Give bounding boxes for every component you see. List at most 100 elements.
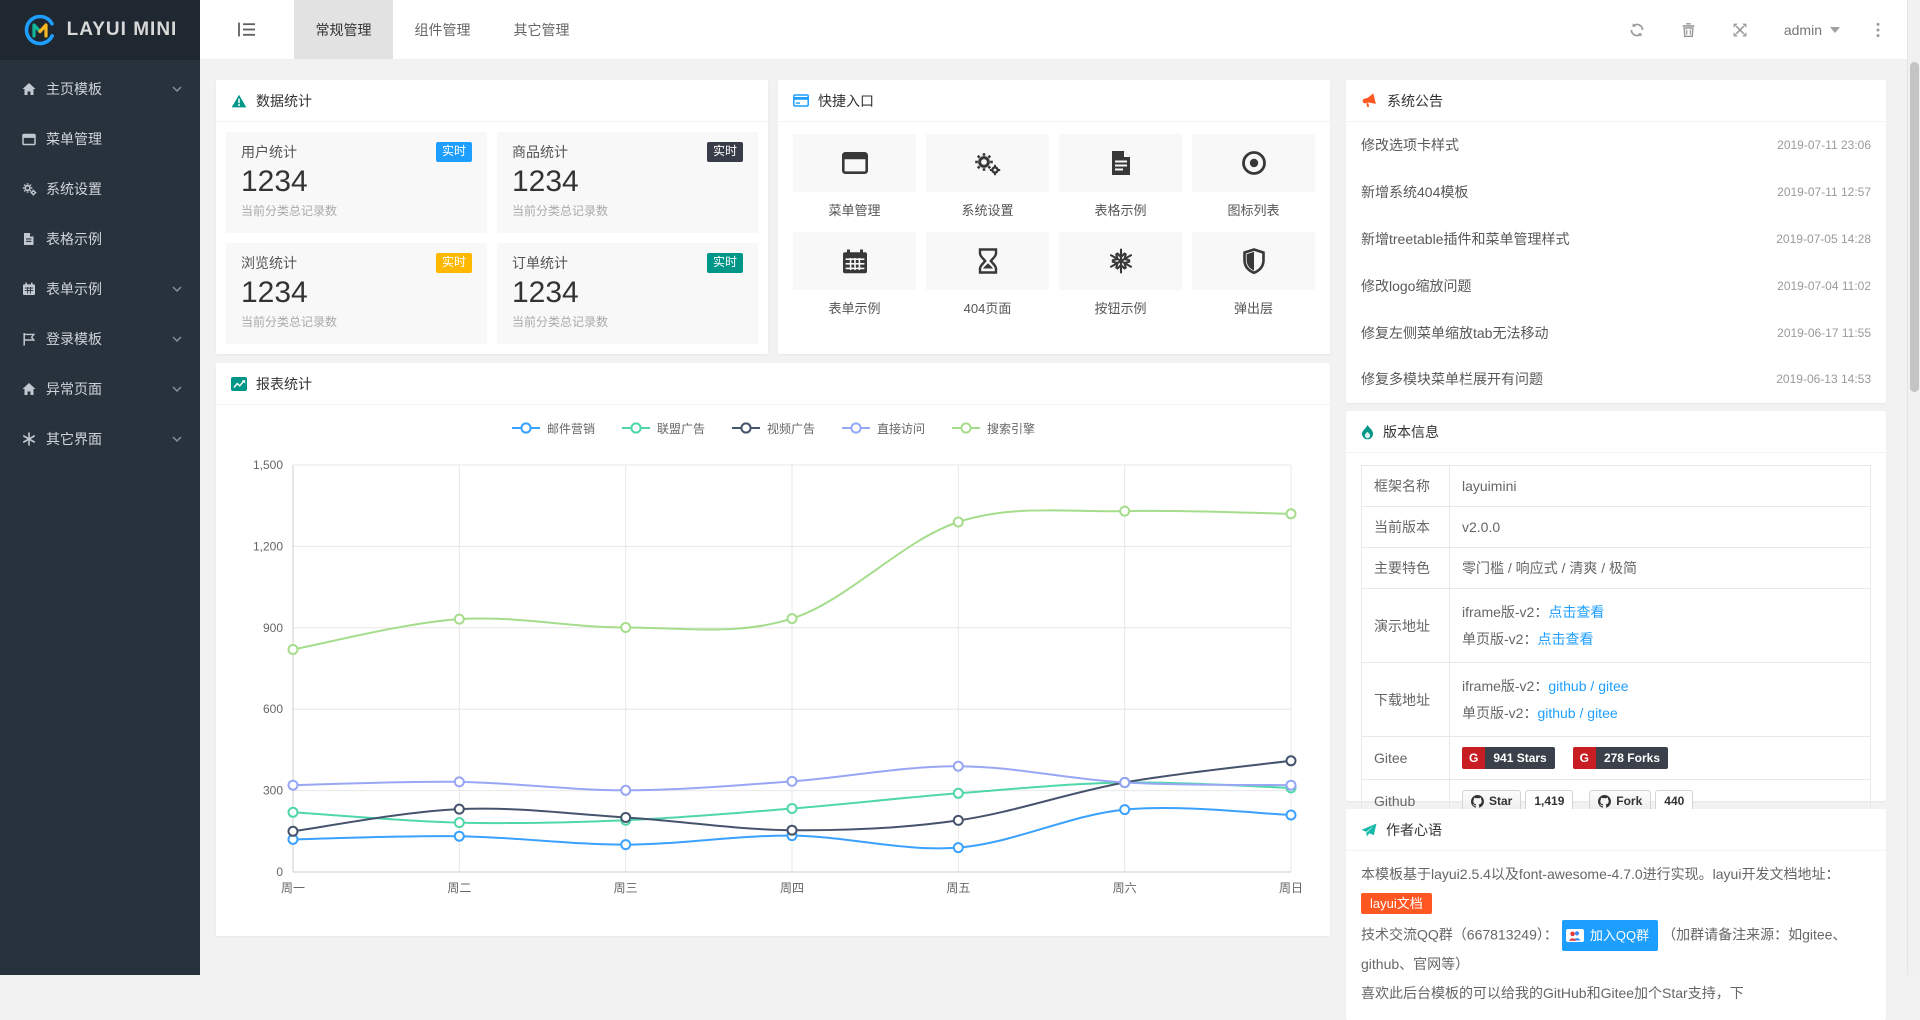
stat-card-views[interactable]: 浏览统计实时 1234 当前分类总记录数 xyxy=(226,243,487,344)
logo[interactable]: LAYUI MINI xyxy=(0,0,200,60)
sidebar-toggle-button[interactable] xyxy=(200,0,294,59)
shield-icon xyxy=(1242,248,1266,274)
dot-circle-icon xyxy=(1241,150,1267,176)
sidebar-item-home-template[interactable]: 主页模板 xyxy=(0,64,200,114)
gitee-forks-badge[interactable]: G278 Forks xyxy=(1573,747,1668,769)
demo-iframe-link[interactable]: 点击查看 xyxy=(1548,604,1604,620)
announcement-item[interactable]: 修改选项卡样式2019-07-11 23:06 xyxy=(1361,122,1871,169)
layui-doc-badge[interactable]: layui文档 xyxy=(1361,893,1432,914)
sidebar-item-login-template[interactable]: 登录模板 xyxy=(0,314,200,364)
stat-card-orders[interactable]: 订单统计实时 1234 当前分类总记录数 xyxy=(497,243,758,344)
announcement-item[interactable]: 新增treetable插件和菜单管理样式2019-07-05 14:28 xyxy=(1361,216,1871,263)
quick-item-popup-layer[interactable]: 弹出层 xyxy=(1192,232,1315,317)
sidebar-item-table-example[interactable]: 表格示例 xyxy=(0,214,200,264)
tab-general-management[interactable]: 常规管理 xyxy=(294,0,393,59)
fire-icon xyxy=(1361,424,1374,440)
status-badge: 实时 xyxy=(436,142,472,162)
calendar-icon xyxy=(842,249,868,274)
more-options-icon[interactable] xyxy=(1876,22,1880,38)
panel-title: 版本信息 xyxy=(1383,422,1439,442)
sidebar-item-menu-management[interactable]: 菜单管理 xyxy=(0,114,200,164)
panel-data-statistics: 数据统计 用户统计实时 1234 当前分类总记录数 商品统计实时 1234 当前… xyxy=(216,80,768,354)
join-qq-group-button[interactable]: 加入QQ群 xyxy=(1562,920,1658,951)
announcement-item[interactable]: 修复多模块菜单栏展开有问题2019-06-13 14:53 xyxy=(1361,356,1871,403)
legend-item[interactable]: 邮件营销 xyxy=(511,420,595,437)
warning-triangle-icon xyxy=(231,94,247,108)
quick-item-button-example[interactable]: 按钮示例 xyxy=(1059,232,1182,317)
legend-item[interactable]: 搜索引擎 xyxy=(951,420,1035,437)
sidebar: LAYUI MINI 主页模板 菜单管理 系统设置 表格示例 表单示例 登录模板 xyxy=(0,0,200,975)
demo-spa-link[interactable]: 点击查看 xyxy=(1537,631,1593,647)
svg-text:1,200: 1,200 xyxy=(253,539,283,553)
download-gitee-link[interactable]: gitee xyxy=(1587,705,1617,721)
download-github-link[interactable]: github xyxy=(1548,678,1586,694)
refresh-icon[interactable] xyxy=(1629,22,1645,38)
svg-text:周五: 周五 xyxy=(946,881,970,895)
gitee-logo-icon: G xyxy=(1462,747,1485,769)
stat-value: 1234 xyxy=(512,163,743,201)
github-logo-icon xyxy=(1598,795,1611,808)
quick-item-icon-list[interactable]: 图标列表 xyxy=(1192,134,1315,219)
tab-component-management[interactable]: 组件管理 xyxy=(393,0,492,59)
panel-title: 报表统计 xyxy=(256,374,312,394)
announcement-item[interactable]: 修复左侧菜单缩放tab无法移动2019-06-17 11:55 xyxy=(1361,309,1871,356)
announcement-item[interactable]: 修改logo缩放问题2019-07-04 11:02 xyxy=(1361,262,1871,309)
author-line-1: 本模板基于layui2.5.4以及font-awesome-4.7.0进行实现。… xyxy=(1361,861,1871,888)
quick-item-menu-management[interactable]: 菜单管理 xyxy=(793,134,916,219)
fullscreen-icon[interactable] xyxy=(1732,22,1748,38)
svg-text:周日: 周日 xyxy=(1279,881,1303,895)
author-line-2: 技术交流QQ群（667813249）：加入QQ群（加群请备注来源：如gitee、… xyxy=(1361,920,1871,979)
panel-system-announcements: 系统公告 修改选项卡样式2019-07-11 23:06 新增系统404模板20… xyxy=(1346,80,1886,403)
download-gitee-link[interactable]: gitee xyxy=(1598,678,1628,694)
legend-item[interactable]: 直接访问 xyxy=(841,420,925,437)
status-badge: 实时 xyxy=(707,142,743,162)
bullhorn-icon xyxy=(1361,93,1378,108)
sidebar-item-other-pages[interactable]: 其它界面 xyxy=(0,414,200,464)
chevron-down-icon xyxy=(172,385,182,393)
legend-marker-icon xyxy=(841,422,871,434)
home-icon xyxy=(22,382,46,396)
stat-card-goods[interactable]: 商品统计实时 1234 当前分类总记录数 xyxy=(497,132,758,233)
quick-item-form-example[interactable]: 表单示例 xyxy=(793,232,916,317)
hourglass-icon xyxy=(977,248,999,274)
stat-desc: 当前分类总记录数 xyxy=(241,313,472,330)
gitee-stars-badge[interactable]: G941 Stars xyxy=(1462,747,1555,769)
chart-legend: 邮件营销 联盟广告 视频广告 直接访问 搜索引擎 xyxy=(216,405,1330,451)
file-text-icon xyxy=(1110,150,1132,176)
sidebar-item-error-pages[interactable]: 异常页面 xyxy=(0,364,200,414)
table-row: 当前版本v2.0.0 xyxy=(1362,507,1871,548)
top-header: 常规管理 组件管理 其它管理 admin xyxy=(200,0,1920,60)
stat-card-users[interactable]: 用户统计实时 1234 当前分类总记录数 xyxy=(226,132,487,233)
sidebar-item-form-example[interactable]: 表单示例 xyxy=(0,264,200,314)
window-icon xyxy=(842,152,868,174)
quick-item-system-settings[interactable]: 系统设置 xyxy=(926,134,1049,219)
menu-toggle-icon xyxy=(237,21,257,38)
panel-title: 作者心语 xyxy=(1386,820,1442,840)
legend-item[interactable]: 联盟广告 xyxy=(621,420,705,437)
svg-text:600: 600 xyxy=(263,702,283,716)
user-menu[interactable]: admin xyxy=(1784,22,1840,38)
asterisk-icon xyxy=(22,432,46,446)
table-row: 下载地址 iframe版-v2：github / gitee 单页版-v2：gi… xyxy=(1362,663,1871,737)
tab-other-management[interactable]: 其它管理 xyxy=(492,0,591,59)
stat-desc: 当前分类总记录数 xyxy=(512,202,743,219)
trash-icon[interactable] xyxy=(1681,22,1696,38)
panel-title: 数据统计 xyxy=(256,91,312,111)
quick-item-table-example[interactable]: 表格示例 xyxy=(1059,134,1182,219)
page-scrollbar[interactable] xyxy=(1907,0,1920,975)
announcement-item[interactable]: 新增系统404模板2019-07-11 12:57 xyxy=(1361,169,1871,216)
line-chart-canvas: 周一周二周三周四周五周六周日03006009001,2001,500 xyxy=(231,451,1315,906)
legend-item[interactable]: 视频广告 xyxy=(731,420,815,437)
table-row: 主要特色零门槛 / 响应式 / 清爽 / 极简 xyxy=(1362,548,1871,589)
chevron-down-icon xyxy=(172,85,182,93)
svg-text:900: 900 xyxy=(263,621,283,635)
file-icon xyxy=(22,232,46,246)
sidebar-item-system-settings[interactable]: 系统设置 xyxy=(0,164,200,214)
table-row: 演示地址 iframe版-v2：点击查看 单页版-v2：点击查看 xyxy=(1362,589,1871,663)
chart-line-icon xyxy=(231,377,247,391)
quick-item-404-page[interactable]: 404页面 xyxy=(926,232,1049,317)
scrollbar-thumb[interactable] xyxy=(1910,62,1919,392)
sidebar-menu: 主页模板 菜单管理 系统设置 表格示例 表单示例 登录模板 异常页面 xyxy=(0,60,200,464)
credit-card-icon xyxy=(793,94,809,107)
download-github-link[interactable]: github xyxy=(1537,705,1575,721)
